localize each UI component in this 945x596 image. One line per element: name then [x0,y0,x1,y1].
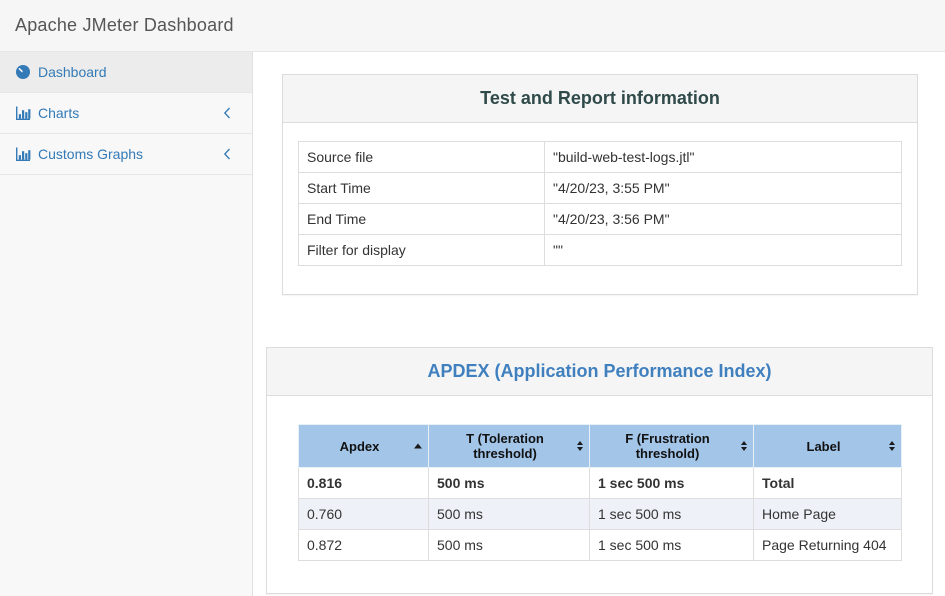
test-info-panel: Test and Report information Source file … [282,74,918,295]
sidebar-item-label: Customs Graphs [38,146,223,162]
sidebar-item-label: Charts [38,105,223,121]
toleration-value: 500 ms [429,468,590,499]
info-row-label: Start Time [299,173,545,204]
table-row: 0.872 500 ms 1 sec 500 ms Page Returning… [299,530,902,561]
frustration-value: 1 sec 500 ms [590,530,754,561]
sort-both-icon [741,441,747,451]
label-value: Page Returning 404 [754,530,902,561]
column-header-label: T (Toleration threshold) [466,431,544,461]
sidebar-item-label: Dashboard [38,64,237,80]
apdex-table-header-row: Apdex T (Toleration threshold) F (Frustr… [299,425,902,468]
sort-both-icon [889,441,895,451]
jmeter-dashboard-screen: Apache JMeter Dashboard Dashboard [0,0,945,596]
frustration-value: 1 sec 500 ms [590,468,754,499]
bar-chart-icon [15,105,31,121]
table-row: 0.816 500 ms 1 sec 500 ms Total [299,468,902,499]
info-row-value: "" [545,235,902,266]
column-header-label: Label [807,439,841,454]
sidebar: Dashboard Charts [0,52,253,596]
column-header-label: Apdex [340,439,380,454]
table-row: End Time "4/20/23, 3:56 PM" [299,204,902,235]
column-header-label-col[interactable]: Label [754,425,902,468]
test-info-table: Source file "build-web-test-logs.jtl" St… [298,141,902,266]
table-row: 0.760 500 ms 1 sec 500 ms Home Page [299,499,902,530]
sidebar-item-dashboard[interactable]: Dashboard [0,52,252,93]
table-row: Start Time "4/20/23, 3:55 PM" [299,173,902,204]
apdex-value: 0.816 [299,468,429,499]
apdex-panel-heading: APDEX (Application Performance Index) [267,348,932,396]
apdex-table: Apdex T (Toleration threshold) F (Frustr… [298,424,902,561]
column-header-label: F (Frustration threshold) [625,431,710,461]
top-navbar: Apache JMeter Dashboard [0,0,945,52]
sort-both-icon [577,441,583,451]
sidebar-item-charts[interactable]: Charts [0,93,252,134]
info-row-label: End Time [299,204,545,235]
chevron-left-icon [223,107,231,119]
frustration-value: 1 sec 500 ms [590,499,754,530]
apdex-value: 0.872 [299,530,429,561]
info-row-label: Source file [299,142,545,173]
toleration-value: 500 ms [429,499,590,530]
apdex-panel-title: APDEX (Application Performance Index) [282,361,917,382]
test-info-panel-heading: Test and Report information [283,75,917,123]
column-header-apdex[interactable]: Apdex [299,425,429,468]
bar-chart-icon [15,146,31,162]
sort-ascending-icon [414,444,422,449]
label-value: Total [754,468,902,499]
main-content: Test and Report information Source file … [253,52,945,596]
chevron-left-icon [223,148,231,160]
apdex-panel: APDEX (Application Performance Index) Ap… [266,347,933,594]
info-row-value: "4/20/23, 3:55 PM" [545,173,902,204]
label-value: Home Page [754,499,902,530]
app-title: Apache JMeter Dashboard [15,15,234,36]
column-header-toleration[interactable]: T (Toleration threshold) [429,425,590,468]
column-header-frustration[interactable]: F (Frustration threshold) [590,425,754,468]
tachometer-icon [15,64,31,80]
test-info-panel-title: Test and Report information [298,88,902,109]
info-row-value: "4/20/23, 3:56 PM" [545,204,902,235]
sidebar-item-customs-graphs[interactable]: Customs Graphs [0,134,252,175]
info-row-value: "build-web-test-logs.jtl" [545,142,902,173]
info-row-label: Filter for display [299,235,545,266]
table-row: Filter for display "" [299,235,902,266]
toleration-value: 500 ms [429,530,590,561]
table-row: Source file "build-web-test-logs.jtl" [299,142,902,173]
apdex-value: 0.760 [299,499,429,530]
